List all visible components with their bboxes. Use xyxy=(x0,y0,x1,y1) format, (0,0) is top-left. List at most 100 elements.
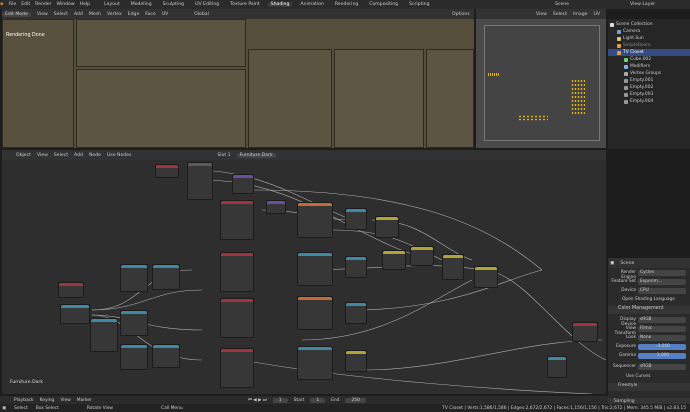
viewport-menu-edge[interactable]: Edge xyxy=(128,12,140,17)
outliner-row[interactable]: Camera xyxy=(608,28,690,35)
menu-help[interactable]: Help xyxy=(80,2,90,7)
node[interactable] xyxy=(410,246,434,266)
viewport-menu-mesh[interactable]: Mesh xyxy=(89,12,101,17)
uv-menu-image[interactable]: Image xyxy=(573,12,587,17)
gamma-field[interactable]: 1.000 xyxy=(638,353,686,359)
playback-menu[interactable]: Playback xyxy=(14,398,34,403)
menu-edit[interactable]: Edit xyxy=(21,2,30,7)
device-dropdown[interactable]: CPU xyxy=(638,288,686,294)
osl-checkbox[interactable]: Open Shading Language xyxy=(622,297,675,302)
viewport-3d[interactable]: Rendering Done xyxy=(2,19,474,148)
node[interactable] xyxy=(155,164,179,178)
uv-editor[interactable] xyxy=(476,19,606,148)
tab-uv-editing[interactable]: UV Editing xyxy=(192,2,222,7)
outliner-row[interactable]: Empty.001 xyxy=(608,77,690,84)
feature-set-dropdown[interactable]: Experim... xyxy=(638,279,686,285)
node[interactable] xyxy=(345,256,367,278)
node-editor[interactable]: Furniture.Dark xyxy=(2,160,606,394)
tab-texture-paint[interactable]: Texture Paint xyxy=(227,2,263,7)
node[interactable] xyxy=(297,346,333,380)
node[interactable] xyxy=(345,208,367,230)
viewport-menu-face[interactable]: Face xyxy=(145,12,155,17)
node[interactable] xyxy=(266,200,286,214)
node-menu-view[interactable]: View xyxy=(37,153,48,158)
node[interactable] xyxy=(220,252,254,292)
outliner-row[interactable]: Scene Collection xyxy=(608,21,690,28)
node-menu-add[interactable]: Add xyxy=(74,153,83,158)
slot-dropdown[interactable]: Slot 1 xyxy=(217,153,230,158)
tab-layout[interactable]: Layout xyxy=(101,2,123,7)
viewport-menu-add[interactable]: Add xyxy=(74,12,83,17)
tab-rendering[interactable]: Rendering xyxy=(332,2,361,7)
current-frame-field[interactable]: 1 xyxy=(272,397,288,403)
outliner-row[interactable]: SimpleRoom xyxy=(608,42,690,49)
tab-modeling[interactable]: Modeling xyxy=(128,2,155,7)
end-field[interactable]: 250 xyxy=(345,397,366,403)
node[interactable] xyxy=(382,250,406,270)
tab-sculpting[interactable]: Sculpting xyxy=(160,2,187,7)
outliner-row[interactable]: Light.Sun xyxy=(608,35,690,42)
uv-menu-uv[interactable]: UV xyxy=(593,12,600,17)
outliner-row[interactable]: Cube.002 xyxy=(608,56,690,63)
node[interactable] xyxy=(90,318,118,352)
node[interactable] xyxy=(60,304,90,324)
node[interactable] xyxy=(220,348,254,388)
menu-window[interactable]: Window xyxy=(57,2,75,7)
material-output-node[interactable] xyxy=(572,322,598,342)
blender-logo-icon[interactable]: ◆ xyxy=(0,2,4,7)
node[interactable] xyxy=(187,162,213,200)
outliner-row[interactable]: Empty.002 xyxy=(608,84,690,91)
view-transform-dropdown[interactable]: Filmic xyxy=(638,326,686,332)
node[interactable] xyxy=(120,310,148,336)
tab-scripting[interactable]: Scripting xyxy=(406,2,432,7)
edit-mode-dropdown[interactable]: Edit Mode xyxy=(2,11,31,17)
display-device-dropdown[interactable]: sRGB xyxy=(638,317,686,323)
tab-animation[interactable]: Animation xyxy=(297,2,326,7)
play-controls-icon[interactable]: ⏮ ◀ ▶ ⏭ xyxy=(248,397,267,403)
node[interactable] xyxy=(297,296,333,330)
use-nodes-checkbox[interactable]: Use Nodes xyxy=(107,153,131,158)
node[interactable] xyxy=(345,302,367,324)
viewport-menu-vertex[interactable]: Vertex xyxy=(107,12,122,17)
start-field[interactable]: 1 xyxy=(310,397,326,403)
marker-menu[interactable]: Marker xyxy=(77,398,92,403)
node[interactable] xyxy=(375,216,399,238)
node[interactable] xyxy=(232,174,254,194)
look-dropdown[interactable]: None xyxy=(638,335,686,341)
node[interactable] xyxy=(442,254,464,280)
options-dropdown[interactable]: Options xyxy=(452,12,470,17)
viewport-menu-uv[interactable]: UV xyxy=(162,12,169,17)
timeline-view-menu[interactable]: View xyxy=(60,398,70,403)
orientation-dropdown[interactable]: Global xyxy=(194,12,209,17)
node[interactable] xyxy=(345,350,367,372)
outliner-row-selected[interactable]: TV Closet xyxy=(608,49,690,56)
exposure-field[interactable]: -3.000 xyxy=(638,344,686,350)
uv-menu-select[interactable]: Select xyxy=(553,12,567,17)
outliner-row[interactable]: Empty.004 xyxy=(608,98,690,105)
menu-render[interactable]: Render xyxy=(35,2,51,7)
outliner-row[interactable]: Modifiers xyxy=(608,63,690,70)
scene-selector[interactable]: Scene xyxy=(555,2,569,7)
node[interactable] xyxy=(120,264,148,292)
uv-menu-view[interactable]: View xyxy=(536,12,547,17)
node[interactable] xyxy=(220,200,254,240)
node[interactable] xyxy=(297,202,333,238)
sequencer-dropdown[interactable]: sRGB xyxy=(638,364,686,370)
node[interactable] xyxy=(152,344,180,368)
freestyle-section[interactable]: Freestyle xyxy=(608,383,690,391)
node[interactable] xyxy=(474,266,498,288)
keying-menu[interactable]: Keying xyxy=(40,398,55,403)
node-type-dropdown[interactable]: Object xyxy=(16,153,31,158)
node[interactable] xyxy=(152,264,180,290)
color-management-section[interactable]: Color Management xyxy=(608,306,690,314)
node[interactable] xyxy=(297,252,333,286)
outliner-row[interactable]: Vertex Groups xyxy=(608,70,690,77)
outliner-row[interactable]: Empty.003 xyxy=(608,91,690,98)
viewport-menu-view[interactable]: View xyxy=(37,12,48,17)
node[interactable] xyxy=(220,298,254,338)
node[interactable] xyxy=(547,356,567,378)
node[interactable] xyxy=(120,344,148,370)
tab-compositing[interactable]: Compositing xyxy=(366,2,401,7)
view-layer-selector[interactable]: View Layer xyxy=(630,2,655,7)
render-engine-dropdown[interactable]: Cycles xyxy=(638,270,686,276)
